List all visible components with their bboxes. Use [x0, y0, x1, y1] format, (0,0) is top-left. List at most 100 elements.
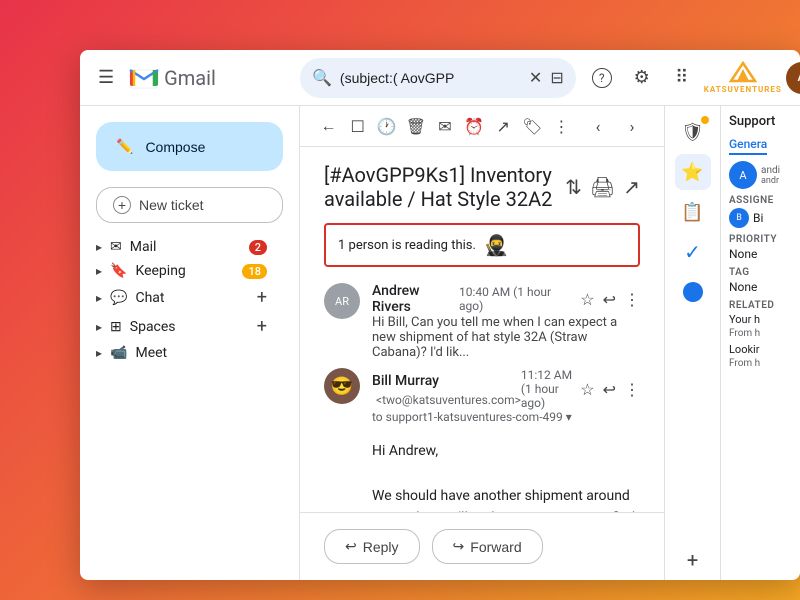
print-icon[interactable]: 🖨	[590, 175, 615, 199]
keeping-badge: 18	[242, 264, 267, 279]
reply-icon-bill[interactable]: ↩	[603, 380, 616, 399]
new-ticket-button[interactable]: + New ticket	[96, 187, 283, 223]
next-email-button[interactable]: ›	[616, 110, 648, 142]
sidebar-item-keeping[interactable]: ▸ 🔖 Keeping 18	[80, 259, 283, 283]
new-ticket-label: New ticket	[139, 197, 204, 213]
support-priority-label: PRIORITY	[729, 234, 792, 245]
message-meta-bill: Bill Murray <two@katsuventures.com> 11:1…	[372, 368, 640, 432]
sort-icon[interactable]: ⇅	[565, 175, 582, 199]
related-item-1-from: From h	[729, 328, 792, 339]
gmail-logo: Gmail	[128, 66, 216, 90]
support-assignee-row: B Bi	[729, 208, 792, 228]
more-icon-andrew[interactable]: ⋮	[624, 290, 640, 309]
reply-bar: ↩ Reply ↪ Forward	[300, 512, 664, 580]
sidebar-spaces-label: Spaces	[130, 319, 249, 335]
assignee-value: Bi	[753, 211, 763, 225]
support-panel: Support Genera A andi andr ASSIGNE B Bi …	[720, 106, 800, 580]
sidebar-item-mail[interactable]: ▸ ✉ Mail 2	[80, 235, 283, 259]
sidebar-chat-label: Chat	[135, 290, 248, 306]
tasks-icon: 📋	[681, 202, 703, 223]
star-icon-bill[interactable]: ☆	[580, 380, 594, 399]
support-panel-title: Support	[729, 114, 792, 129]
keeping-panel-icon[interactable]: 🛡	[675, 114, 711, 150]
star-icon-andrew[interactable]: ☆	[580, 290, 594, 309]
search-bar[interactable]: 🔍 ✕ ⊟	[300, 58, 576, 98]
snooze-button[interactable]: 🕐	[374, 110, 399, 142]
panel-add-button[interactable]: +	[687, 548, 698, 572]
message-actions-andrew: 10:40 AM (1 hour ago) ☆ ↩ ⋮	[459, 285, 640, 313]
tasks-panel-icon[interactable]: 📋	[675, 194, 711, 230]
support-user-avatar: A	[729, 161, 757, 189]
move-button[interactable]: ↗	[491, 110, 516, 142]
compose-button[interactable]: ✏️ Compose	[96, 122, 283, 171]
archive-button[interactable]: ☐	[345, 110, 370, 142]
support-general-tab[interactable]: Genera	[729, 137, 767, 155]
toolbar-nav: ‹ ›	[582, 110, 648, 142]
message-meta-andrew: Andrew Rivers 10:40 AM (1 hour ago) ☆ ↩ …	[372, 283, 640, 360]
related-item-1-title: Your h	[729, 313, 792, 326]
active-panel-icon[interactable]: ⭐	[675, 154, 711, 190]
mail-expand-icon: ▸	[96, 240, 102, 254]
reply-button[interactable]: ↩ Reply	[324, 529, 420, 564]
message-preview-andrew: Hi Bill, Can you tell me when I can expe…	[372, 315, 640, 360]
mark-unread-button[interactable]: ✉	[432, 110, 457, 142]
support-tag-label: TAG	[729, 267, 792, 278]
message-andrew: AR Andrew Rivers 10:40 AM (1 hour ago) ☆…	[324, 283, 640, 360]
blue-panel-icon[interactable]	[675, 274, 711, 310]
reply-arrow-icon: ↩	[345, 538, 357, 555]
reply-label: Reply	[363, 539, 399, 555]
email-content-area: ← ☐ 🕐 🗑 ✉ ⏰ ↗ 🏷 ⋮ ‹ › [#AovGPP9Ks1] Inve…	[300, 106, 664, 580]
chat-expand-icon: ▸	[96, 291, 102, 305]
chat-icon: 💬	[110, 290, 127, 306]
schedule-button[interactable]: ⏰	[462, 110, 487, 142]
header-left: ☰ Gmail	[92, 61, 292, 94]
delete-button[interactable]: 🗑	[403, 110, 428, 142]
sender-name-bill: Bill Murray	[372, 373, 439, 389]
check-panel-icon[interactable]: ✓	[675, 234, 711, 270]
blue-circle-icon	[683, 282, 703, 302]
support-related-label: RELATED	[729, 300, 792, 311]
message-header-bill: 😎 Bill Murray <two@katsuventures.com> 11…	[324, 368, 640, 432]
settings-button[interactable]: ⚙	[624, 60, 660, 96]
sidebar-item-spaces[interactable]: ▸ ⊞ Spaces +	[80, 312, 283, 341]
more-icon-bill[interactable]: ⋮	[624, 380, 640, 399]
hamburger-icon[interactable]: ☰	[92, 61, 120, 94]
label-button[interactable]: 🏷	[520, 110, 545, 142]
panel-badge	[701, 116, 709, 124]
apps-icon: ⠿	[675, 67, 688, 88]
reply-icon-andrew[interactable]: ↩	[603, 290, 616, 309]
spaces-add-icon[interactable]: +	[257, 316, 267, 337]
user-avatar[interactable]: A	[786, 62, 800, 94]
search-clear-icon[interactable]: ✕	[529, 68, 542, 87]
active-star-icon: ⭐	[681, 162, 703, 183]
search-filter-icon[interactable]: ⊟	[550, 68, 563, 87]
gmail-label: Gmail	[164, 66, 216, 90]
forward-arrow-icon: ↪	[453, 538, 465, 555]
more-button[interactable]: ⋮	[549, 110, 574, 142]
back-button[interactable]: ←	[316, 110, 341, 142]
meet-expand-icon: ▸	[96, 346, 102, 360]
brand-icon	[727, 61, 759, 85]
sidebar-mail-label: Mail	[130, 239, 241, 255]
spaces-icon: ⊞	[110, 319, 122, 335]
sender-avatar-bill: 😎	[324, 368, 360, 404]
sidebar-item-meet[interactable]: ▸ 📹 Meet	[80, 341, 283, 365]
tag-value: None	[729, 280, 792, 294]
compose-icon: ✏️	[116, 138, 133, 155]
message-to-bill: to support1-katsuventures-com-499 ▾	[372, 410, 640, 424]
sidebar-item-chat[interactable]: ▸ 💬 Chat +	[80, 283, 283, 312]
open-icon[interactable]: ↗	[623, 175, 640, 199]
settings-icon: ⚙	[634, 67, 650, 88]
chat-add-icon[interactable]: +	[257, 287, 267, 308]
help-button[interactable]: ?	[584, 60, 620, 96]
message-bill: 😎 Bill Murray <two@katsuventures.com> 11…	[324, 368, 640, 512]
apps-button[interactable]: ⠿	[664, 60, 700, 96]
header-right: ? ⚙ ⠿ KATSUVENTURES A	[584, 60, 800, 96]
search-input[interactable]	[340, 70, 521, 86]
keeping-panel-shield-icon: 🛡	[681, 122, 704, 143]
prev-email-button[interactable]: ‹	[582, 110, 614, 142]
forward-button[interactable]: ↪ Forward	[432, 529, 543, 564]
support-assignee-label: ASSIGNE	[729, 195, 792, 206]
reader-avatar-icon: 🥷	[484, 233, 509, 257]
support-user-name: andi	[761, 165, 780, 176]
